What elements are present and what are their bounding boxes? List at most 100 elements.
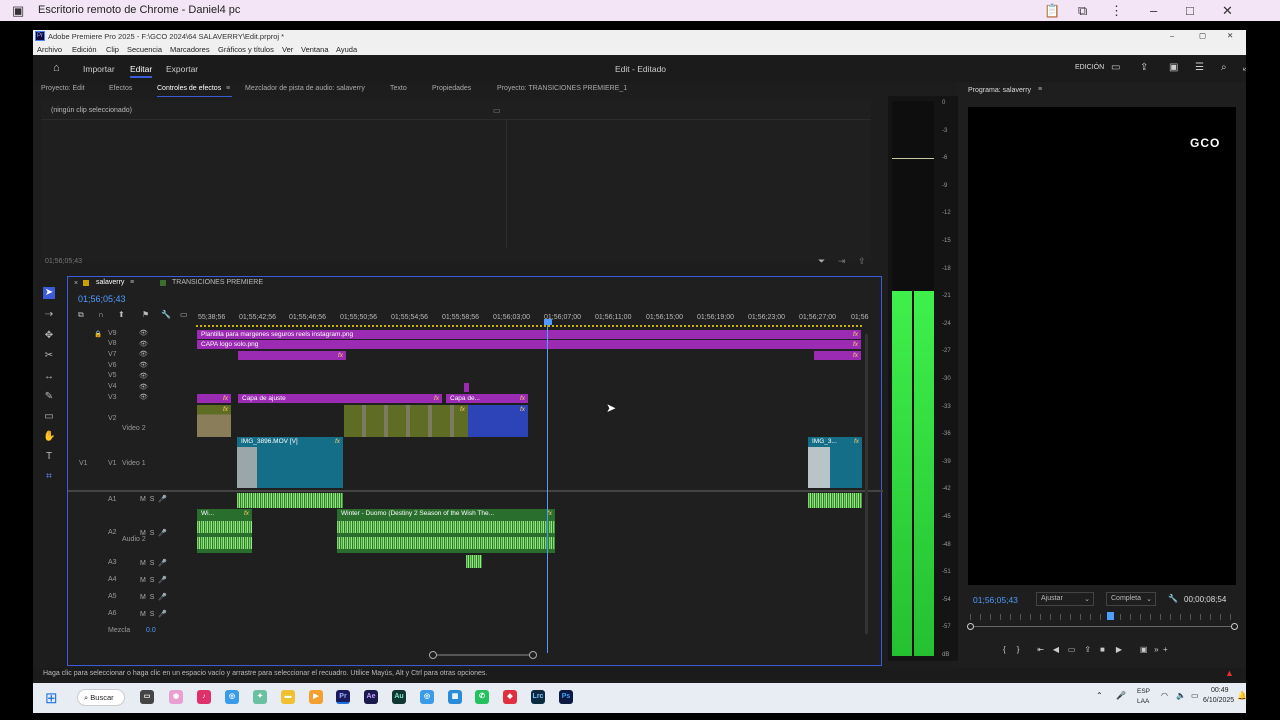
track-a4[interactable]: A4 [108, 576, 117, 583]
track-v1[interactable]: V1 [108, 460, 117, 467]
lock-icon[interactable]: 🔒 [94, 330, 102, 341]
eye-icon[interactable]: 👁 [139, 329, 148, 340]
audio-ms-a3[interactable]: M S 🎤 [140, 559, 167, 567]
clip-capa-de[interactable]: Capa de... fx [446, 394, 528, 403]
clip-v2-a[interactable]: fx [197, 405, 231, 437]
captions-tool-icon[interactable]: ⌗ [43, 471, 55, 483]
play-only-icon[interactable]: ⇥ [838, 256, 846, 267]
media-icon[interactable]: ▶ [309, 690, 323, 704]
eye-icon[interactable]: 👁 [139, 393, 148, 404]
wifi-icon[interactable]: ◠ [1161, 691, 1168, 700]
work-area-bar[interactable] [196, 325, 864, 327]
audio-ms-a2[interactable]: M S 🎤 [140, 529, 167, 537]
fit-select[interactable]: Ajustar ⌄ [1036, 592, 1094, 606]
tab-effects[interactable]: Efectos [109, 85, 132, 92]
tiktok-icon[interactable]: ♪ [197, 690, 211, 704]
track-a5[interactable]: A5 [108, 593, 117, 600]
clip-winter[interactable]: Winter - Duomo (Destiny 2 Season of the … [337, 509, 555, 553]
panel-toggle-icon[interactable]: ▭ [493, 106, 501, 115]
lightroom-icon[interactable]: Lrc [531, 690, 545, 704]
export-frame-icon[interactable]: ⇪ [1084, 645, 1091, 654]
clip-capa-ajuste[interactable]: Capa de ajuste fx [238, 394, 442, 403]
track-v7[interactable]: V7 [108, 351, 117, 358]
track-v6[interactable]: V6 [108, 362, 117, 369]
mix-value[interactable]: 0.0 [146, 627, 156, 634]
scroll-handle-right[interactable] [529, 651, 537, 659]
whatsapp-icon[interactable]: ✆ [475, 690, 489, 704]
lang-indicator-2[interactable]: LAA [1137, 698, 1149, 705]
audio-ms-a5[interactable]: M S 🎤 [140, 593, 167, 601]
microphone-icon[interactable]: 🎤 [1116, 691, 1126, 700]
export-frame-icon[interactable]: ⇪ [858, 256, 866, 267]
clip-v7-a[interactable]: fx [238, 351, 346, 360]
clock-time[interactable]: 00:49 [1211, 687, 1229, 694]
track-a3[interactable]: A3 [108, 559, 117, 566]
razor-tool-icon[interactable]: ✂ [43, 350, 55, 362]
warning-icon[interactable]: ▲ [1225, 668, 1234, 678]
clip-capa-logo[interactable]: CAPA logo solo.png fx [197, 340, 861, 349]
settings-wrench-icon[interactable]: 🔧 [161, 310, 171, 319]
search-box[interactable]: ⌕ Buscar [77, 689, 125, 706]
minimize-icon[interactable]: – [1150, 3, 1157, 18]
timeline-scrollbar[interactable] [432, 654, 533, 656]
eye-icon[interactable]: 👁 [139, 340, 148, 351]
edit-tab[interactable]: Editar [130, 64, 153, 78]
after-effects-icon[interactable]: Ae [364, 690, 378, 704]
eye-icon[interactable]: 👁 [139, 350, 148, 361]
clip-v4-small[interactable] [464, 383, 469, 392]
clip-img3896[interactable]: IMG_3896.MOV [V] fx [237, 437, 343, 488]
filter-icon[interactable]: ⏷ [818, 256, 825, 267]
fullscreen-icon[interactable]: ⤢ [1243, 62, 1246, 73]
menu-marcadores[interactable]: Marcadores [170, 45, 210, 54]
app-icon-4[interactable]: ◆ [503, 690, 517, 704]
clock-date[interactable]: 6/10/2025 [1203, 697, 1234, 704]
home-icon[interactable]: ⌂ [53, 62, 60, 74]
seq-menu-icon[interactable]: ≡ [130, 279, 134, 286]
volume-icon[interactable]: 🔈 [1176, 691, 1186, 700]
track-select-tool-icon[interactable]: ⇢ [43, 309, 55, 321]
program-timecode[interactable]: 01;56;05;43 [973, 595, 1018, 605]
battery-icon[interactable]: ▭ [1191, 691, 1199, 700]
menu-ayuda[interactable]: Ayuda [336, 45, 357, 54]
app-icon-3[interactable]: ▦ [448, 690, 462, 704]
app-icon-2[interactable]: ✦ [253, 690, 267, 704]
clip-wi[interactable]: Wi... fx [197, 509, 252, 553]
ripple-edit-tool-icon[interactable]: ✥ [43, 330, 55, 342]
stop-icon[interactable]: ■ [1100, 645, 1105, 654]
clip-a1-audio[interactable] [237, 493, 343, 508]
quality-select[interactable]: Completa ⌄ [1106, 592, 1156, 606]
hand-tool-icon[interactable]: ✋ [43, 431, 55, 443]
track-v8[interactable]: V8 [108, 340, 117, 347]
pen-tool-icon[interactable]: ✎ [43, 391, 55, 403]
tab-effect-controls[interactable]: Controles de efectos [157, 85, 221, 92]
menu-ver[interactable]: Ver [282, 45, 293, 54]
timeline-timecode[interactable]: 01;56;05;43 [78, 294, 126, 304]
audition-icon[interactable]: Au [392, 690, 406, 704]
win-minimize-icon[interactable]: – [1170, 31, 1174, 40]
add-marker-icon[interactable]: ⚑ [142, 310, 149, 319]
compare-icon[interactable]: ▣ [1140, 645, 1148, 654]
windows-start-icon[interactable]: ⊞ [45, 689, 58, 707]
eye-icon[interactable]: 👁 [139, 361, 148, 372]
type-tool-icon[interactable]: T [43, 451, 55, 463]
clip-v2-c[interactable]: fx [468, 405, 528, 437]
selection-tool-icon[interactable]: ➤ [43, 287, 55, 299]
eye-icon[interactable]: 👁 [139, 383, 148, 394]
scroll-handle-left[interactable] [429, 651, 437, 659]
menu-secuencia[interactable]: Secuencia [127, 45, 162, 54]
maximize-icon[interactable]: □ [1186, 3, 1194, 18]
mark-in-icon[interactable]: { [1003, 645, 1006, 654]
close-seq-icon[interactable]: × [74, 280, 78, 287]
notification-icon[interactable]: 🔔 [1237, 691, 1247, 700]
share-icon[interactable]: ⇪ [1140, 62, 1148, 73]
slip-tool-icon[interactable]: ↔ [43, 371, 55, 383]
program-scroll-left[interactable] [967, 623, 974, 630]
mark-out-icon[interactable]: } [1017, 645, 1020, 654]
menu-ventana[interactable]: Ventana [301, 45, 329, 54]
rectangle-tool-icon[interactable]: ▭ [43, 411, 55, 423]
tray-chevron-icon[interactable]: ⌃ [1096, 691, 1103, 700]
photoshop-icon[interactable]: Ps [559, 690, 573, 704]
lang-indicator[interactable]: ESP [1137, 688, 1150, 695]
tab-menu-icon[interactable]: ≡ [226, 85, 230, 92]
panel-layout-icon[interactable]: ▭ [1111, 62, 1120, 73]
